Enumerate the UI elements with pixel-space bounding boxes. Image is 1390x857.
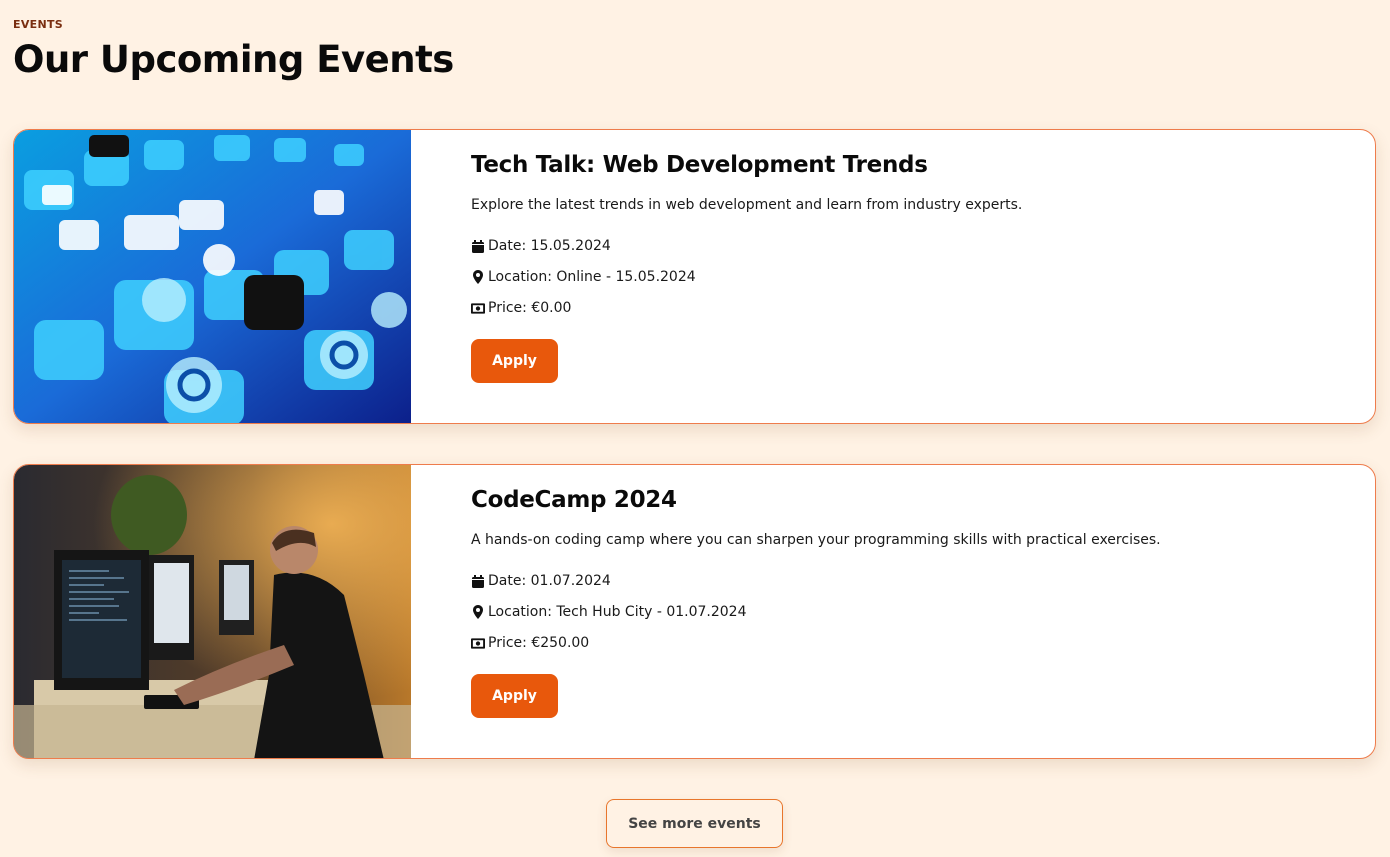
- section-title: Our Upcoming Events: [13, 38, 454, 81]
- event-description: A hands-on coding camp where you can sha…: [471, 532, 1161, 548]
- event-card: CodeCamp 2024 A hands-on coding camp whe…: [13, 464, 1376, 759]
- apply-button[interactable]: Apply: [471, 674, 558, 718]
- events-section: EVENTS Our Upcoming Events Tech Talk: We…: [0, 0, 1390, 857]
- event-image-programmer-at-computer: [14, 465, 411, 758]
- event-location: Location: Online - 15.05.2024: [471, 269, 696, 285]
- event-title: Tech Talk: Web Development Trends: [471, 152, 928, 178]
- event-date-text: Date: 01.07.2024: [488, 573, 611, 589]
- calendar-icon: [471, 239, 485, 253]
- event-location-text: Location: Online - 15.05.2024: [488, 269, 696, 285]
- see-more-events-button[interactable]: See more events: [606, 799, 783, 848]
- calendar-icon: [471, 574, 485, 588]
- event-price-text: Price: €250.00: [488, 635, 590, 651]
- money-bill-icon: [471, 301, 485, 315]
- event-price: Price: €250.00: [471, 635, 589, 651]
- event-title: CodeCamp 2024: [471, 487, 677, 513]
- event-date-text: Date: 15.05.2024: [488, 238, 611, 254]
- event-location: Location: Tech Hub City - 01.07.2024: [471, 604, 746, 620]
- map-marker-icon: [471, 270, 485, 284]
- section-eyebrow: EVENTS: [13, 18, 63, 31]
- apply-button[interactable]: Apply: [471, 339, 558, 383]
- event-description: Explore the latest trends in web develop…: [471, 197, 1023, 213]
- map-marker-icon: [471, 605, 485, 619]
- event-price: Price: €0.00: [471, 300, 571, 316]
- event-image-social-media-apps: [14, 130, 411, 423]
- event-location-text: Location: Tech Hub City - 01.07.2024: [488, 604, 747, 620]
- event-card: Tech Talk: Web Development Trends Explor…: [13, 129, 1376, 424]
- event-price-text: Price: €0.00: [488, 300, 572, 316]
- money-bill-icon: [471, 636, 485, 650]
- event-date: Date: 15.05.2024: [471, 238, 611, 254]
- event-date: Date: 01.07.2024: [471, 573, 611, 589]
